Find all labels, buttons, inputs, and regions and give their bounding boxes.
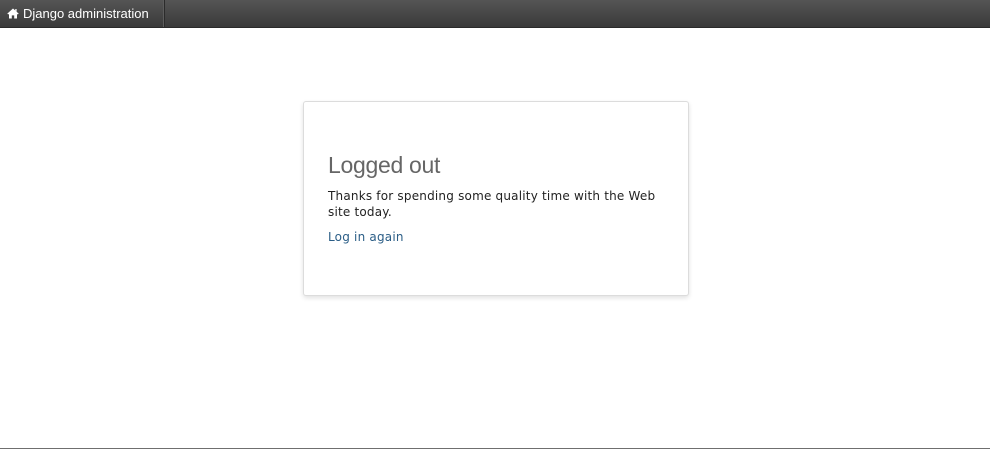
top-navigation-bar: Django administration: [0, 0, 990, 28]
home-icon: [7, 8, 19, 20]
logout-message: Thanks for spending some quality time wi…: [328, 189, 656, 219]
page: Django administration Logged out Thanks …: [0, 0, 990, 449]
page-title: Logged out: [328, 152, 441, 178]
log-in-again-link[interactable]: Log in again: [328, 229, 404, 245]
site-home-link[interactable]: Django administration: [0, 0, 165, 27]
brand-label: Django administration: [23, 6, 149, 21]
logged-out-card: Logged out Thanks for spending some qual…: [303, 101, 689, 296]
